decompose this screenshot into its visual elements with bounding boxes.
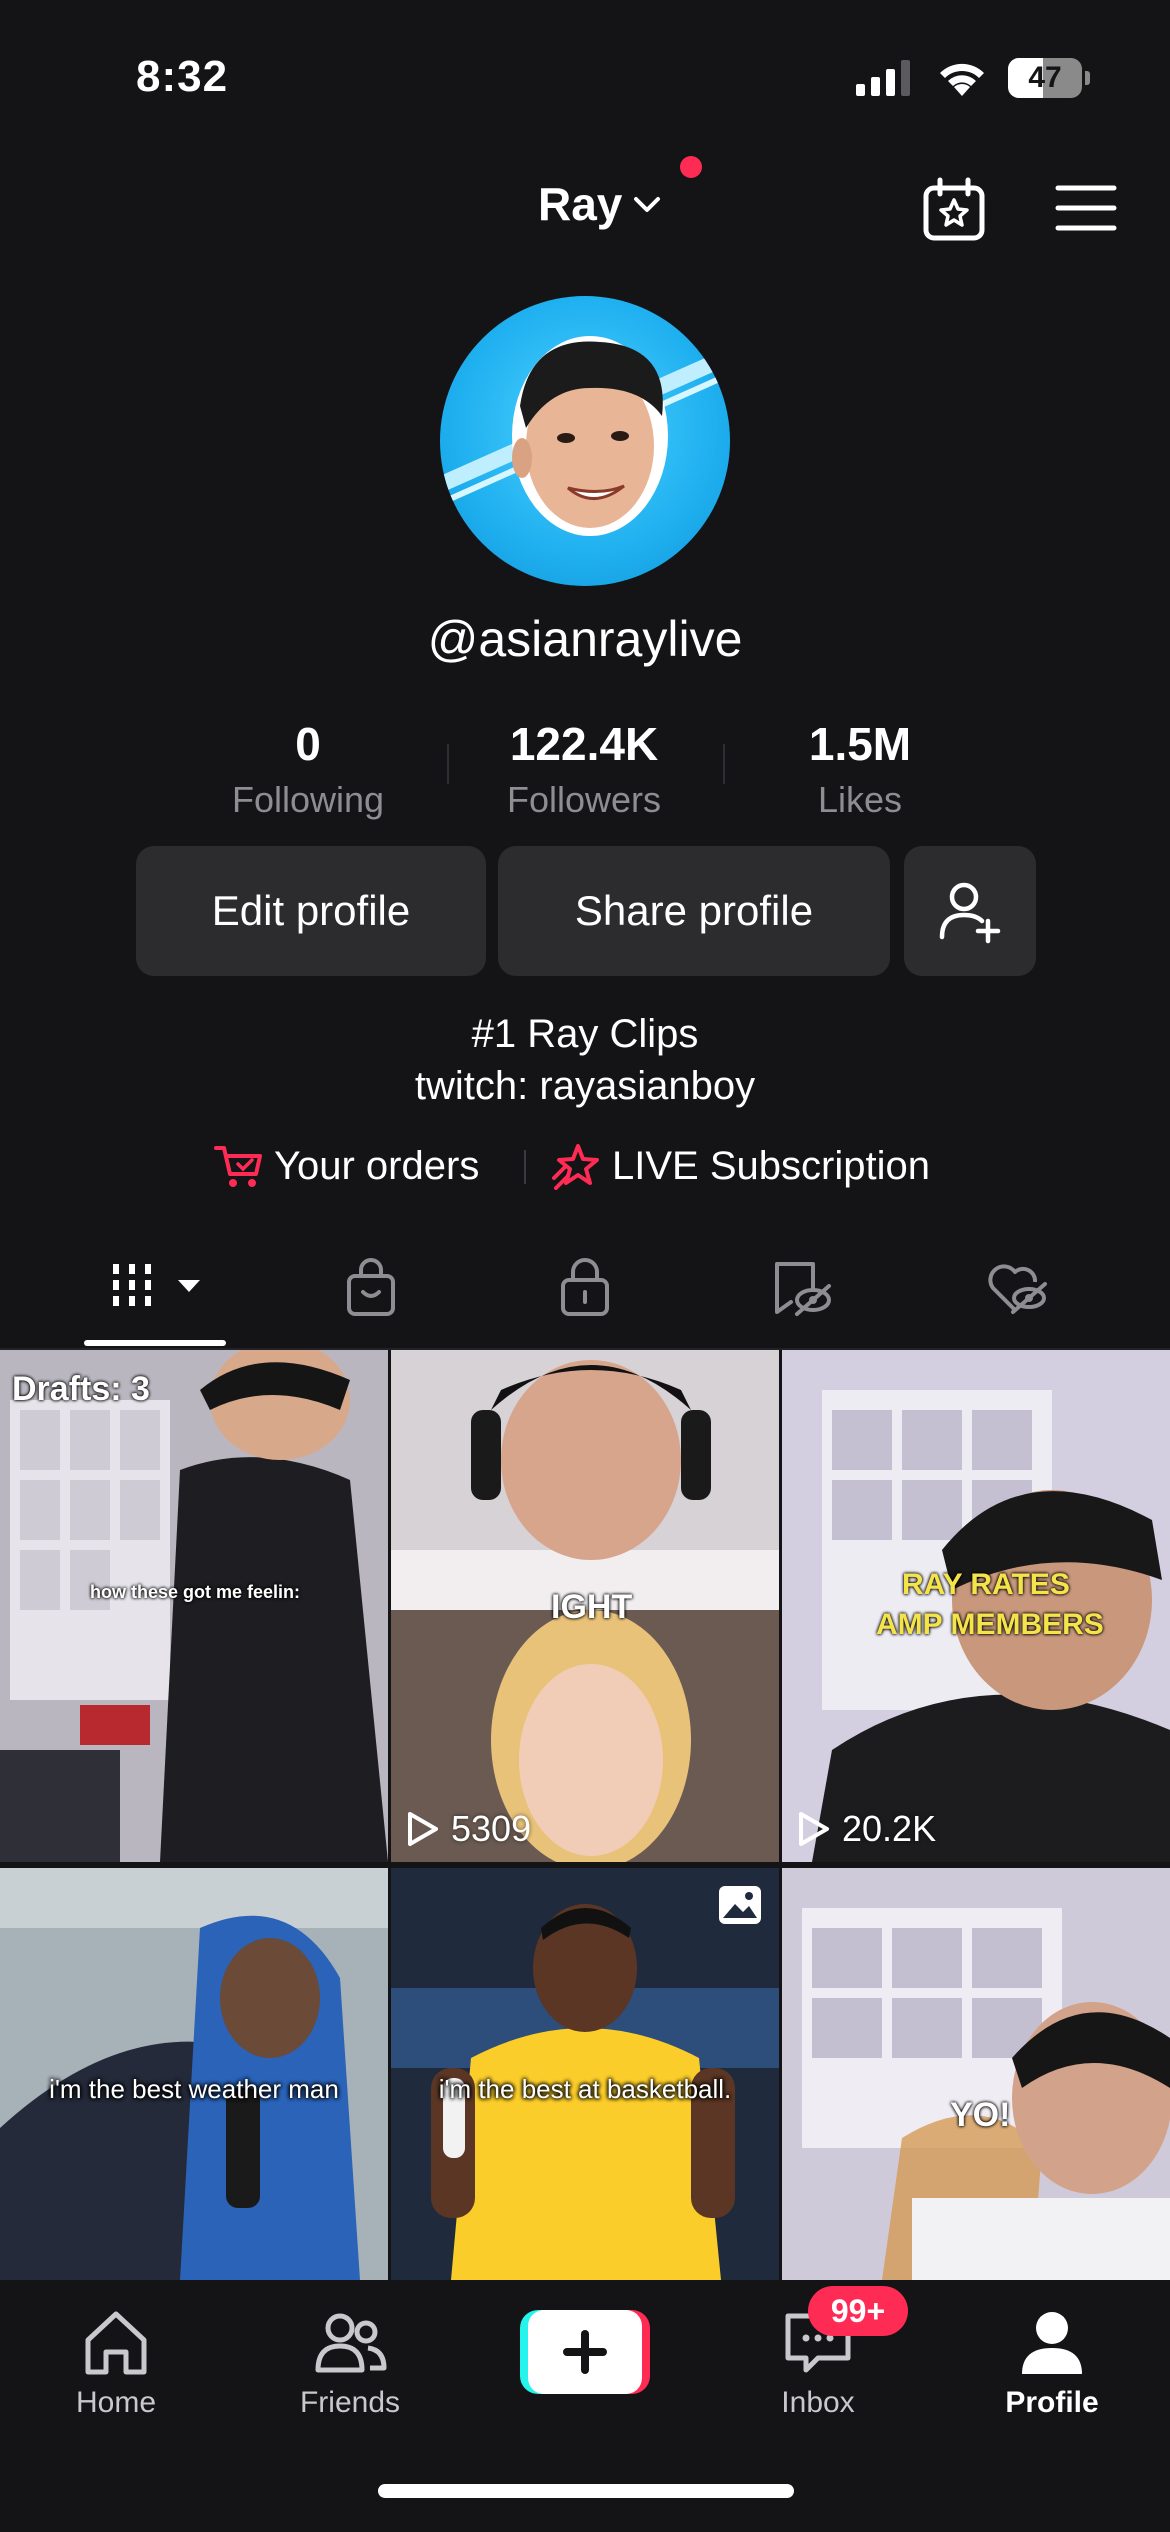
view-count: 20.2K	[796, 1808, 936, 1850]
view-count: 5309	[405, 1808, 531, 1850]
reposts-icon	[775, 1262, 831, 1316]
status-bar: 8:32 47	[0, 0, 1170, 150]
calendar-star-icon[interactable]	[918, 174, 990, 246]
video-tile[interactable]: RAY RATES AMP MEMBERS 20.2K	[782, 1350, 1170, 1862]
nav-profile-label: Profile	[1005, 2386, 1099, 2419]
account-name: Ray	[538, 178, 623, 230]
tab-liked[interactable]	[972, 1256, 1062, 1320]
live-subscription-label: LIVE Subscription	[612, 1143, 930, 1188]
tab-private[interactable]	[540, 1256, 630, 1320]
your-orders-link[interactable]: Your orders	[214, 1136, 479, 1196]
your-orders-label: Your orders	[274, 1143, 480, 1188]
video-overlay-text: RAY RATES	[902, 1568, 1070, 1601]
video-caption: i'm the best at basketball.	[438, 2074, 732, 2104]
create-post-button[interactable]	[520, 2310, 650, 2394]
video-overlay-text: how these got me feelin:	[90, 1582, 301, 1602]
battery-icon: 47	[1008, 58, 1090, 98]
nav-home[interactable]: Home	[26, 2302, 206, 2420]
link-divider	[524, 1150, 526, 1184]
nav-inbox-label: Inbox	[781, 2386, 855, 2419]
liked-icon	[988, 1264, 1047, 1314]
add-friend-button[interactable]	[904, 846, 1036, 976]
nav-friends[interactable]: Friends	[260, 2302, 440, 2420]
video-thumbnail	[782, 1350, 1170, 1862]
play-icon	[799, 1812, 829, 1846]
view-count-value: 5309	[451, 1808, 532, 1849]
play-icon	[408, 1812, 438, 1846]
shop-bag-icon	[347, 1258, 395, 1316]
inbox-badge: 99+	[808, 2286, 908, 2336]
menu-icon[interactable]	[1054, 180, 1118, 236]
profile-icon	[1022, 2312, 1082, 2374]
videos-grid-icon	[113, 1264, 200, 1312]
video-overlay-text: YO!	[950, 2096, 1011, 2134]
photo-post-icon	[719, 1886, 761, 1924]
content-tabs	[0, 1232, 1170, 1350]
stat-value: 122.4K	[509, 718, 659, 770]
tab-shop[interactable]	[326, 1256, 416, 1320]
profile-stats: 0 Following 122.4K Followers 1.5M Likes	[0, 716, 1170, 826]
chevron-down-icon	[634, 197, 661, 212]
bio-line: #1 Ray Clips	[471, 1012, 699, 1056]
stat-label: Likes	[817, 779, 903, 820]
stat-label: Following	[231, 779, 385, 820]
stat-divider	[723, 744, 725, 784]
stat-label: Followers	[506, 779, 662, 820]
video-overlay-text: IGHT	[551, 1588, 633, 1626]
friends-icon	[315, 2313, 387, 2373]
avatar[interactable]	[440, 296, 730, 586]
home-icon	[85, 2311, 147, 2375]
video-tile[interactable]: IGHT 5309	[391, 1350, 779, 1862]
nav-home-label: Home	[75, 2386, 157, 2419]
profile-links: Your orders LIVE Subscription	[0, 1136, 1170, 1196]
video-overlay-text: AMP MEMBERS	[876, 1608, 1104, 1641]
add-person-icon	[939, 882, 1001, 944]
subscription-star-icon	[552, 1144, 599, 1190]
video-thumbnail	[782, 1868, 1170, 2280]
battery-level: 47	[1028, 61, 1062, 94]
live-subscription-link[interactable]: LIVE Subscription	[552, 1136, 930, 1196]
username: @asianraylive	[427, 611, 743, 667]
tab-reposts[interactable]	[756, 1256, 846, 1320]
stat-followers[interactable]: 122.4K Followers	[464, 716, 704, 828]
edit-profile-button[interactable]: Edit profile	[136, 846, 486, 976]
avatar-image	[440, 336, 730, 536]
drafts-tile[interactable]: Drafts: 3 how these got me feelin:	[0, 1350, 388, 1862]
video-tile[interactable]: YO!	[782, 1868, 1170, 2280]
nav-profile[interactable]: Profile	[962, 2302, 1142, 2420]
video-tile[interactable]: i'm the best at basketball.	[391, 1868, 779, 2280]
tab-videos[interactable]	[108, 1256, 208, 1320]
bio-line: twitch: rayasianboy	[414, 1064, 756, 1108]
account-switcher[interactable]: Ray	[538, 174, 666, 234]
stat-likes[interactable]: 1.5M Likes	[740, 716, 980, 828]
stat-divider	[447, 744, 449, 784]
share-profile-button[interactable]: Share profile	[498, 846, 890, 976]
drafts-label: Drafts: 3	[12, 1370, 150, 1408]
video-thumbnail	[0, 1350, 388, 1862]
profile-header: Ray	[0, 150, 1170, 260]
wifi-icon	[940, 63, 984, 96]
stat-value: 1.5M	[808, 718, 912, 770]
video-caption: i'm the best weather man	[49, 2074, 339, 2104]
clock: 8:32	[136, 52, 229, 101]
nav-friends-label: Friends	[299, 2386, 401, 2419]
video-grid: Drafts: 3 how these got me feelin: IGHT …	[0, 1350, 1170, 2280]
cart-icon	[214, 1146, 262, 1187]
video-tile[interactable]: i'm the best weather man	[0, 1868, 388, 2280]
cell-signal-icon	[856, 60, 910, 96]
notification-dot	[680, 156, 702, 178]
stat-value: 0	[295, 718, 321, 770]
private-lock-icon	[561, 1258, 609, 1316]
home-indicator	[378, 2484, 794, 2498]
active-tab-indicator	[84, 1340, 226, 1346]
stat-following[interactable]: 0 Following	[188, 716, 428, 828]
view-count-value: 20.2K	[842, 1808, 937, 1849]
